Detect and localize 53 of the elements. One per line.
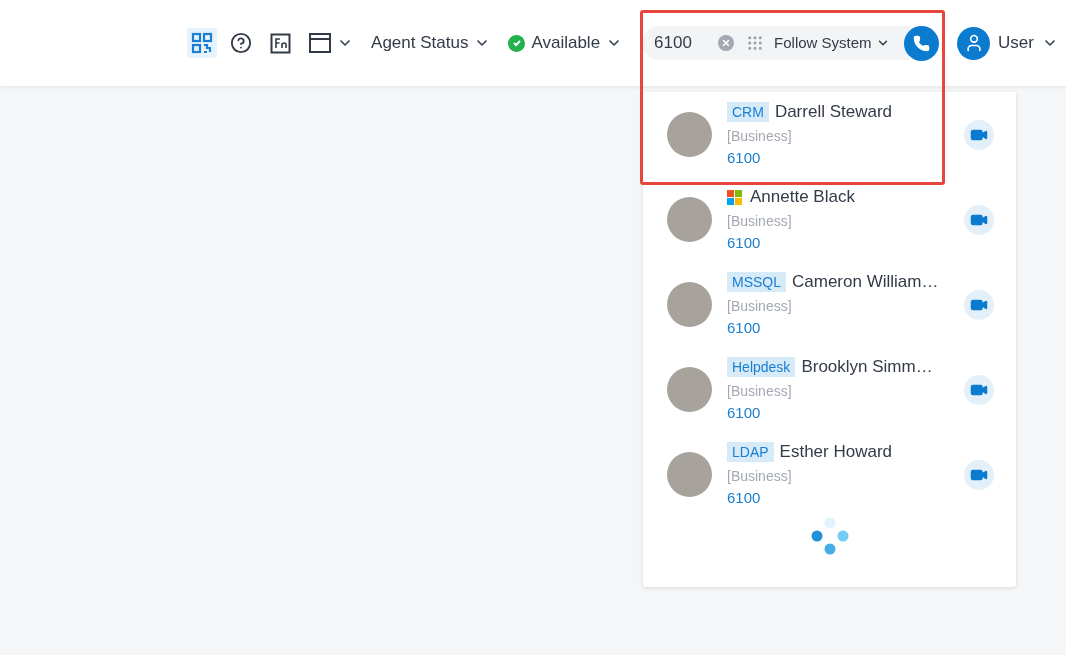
contact-number: 6100 [727,318,761,338]
contact-group: [Business] [727,380,792,402]
qr-code-button[interactable] [187,28,218,58]
dial-search-field[interactable]: 6100 Follow System [642,26,911,60]
dialpad-icon [746,34,765,52]
contact-row[interactable]: Annette Black [Business] 6100 [643,177,1016,262]
source-tag: CRM [727,102,769,122]
contact-group: [Business] [727,295,792,317]
contact-row[interactable]: CRM Darrell Steward [Business] 6100 [643,92,1016,177]
contact-group: [Business] [727,210,792,232]
contact-number: 6100 [727,233,761,253]
contact-group: [Business] [727,465,792,487]
contact-row[interactable]: MSSQL Cameron William… [Business] 6100 [643,262,1016,347]
avatar-photo-placeholder [667,282,712,327]
contact-number: 6100 [727,148,761,168]
check-icon [511,38,522,48]
clear-button[interactable] [718,35,735,51]
contact-number: 6100 [727,403,761,423]
video-call-button[interactable] [964,374,994,405]
contact-row[interactable]: LDAP Esther Howard [Business] 6100 [643,432,1016,517]
phone-icon [913,34,931,52]
video-call-button[interactable] [964,204,994,235]
contact-row[interactable]: Helpdesk Brooklyn Simm… [Business] 6100 [643,347,1016,432]
contact-name: Esther Howard [779,441,892,464]
contact-name: Brooklyn Simm… [801,356,933,379]
user-menu[interactable]: User [957,26,1058,60]
contact-name: Darrell Steward [774,101,893,124]
qr-code-icon [191,32,214,54]
avatar-photo-placeholder [667,112,712,157]
fn-key-button[interactable] [270,32,292,54]
avatar-photo-placeholder [667,367,712,412]
source-tag: Helpdesk [727,357,796,377]
call-mode-dropdown[interactable]: Follow System [774,31,890,55]
contact-name: Annette Black [750,186,855,209]
avatar-photo-placeholder [667,197,712,242]
contact-name: Cameron William… [792,271,939,294]
help-button[interactable] [230,32,253,54]
video-call-button[interactable] [964,289,994,320]
video-call-button[interactable] [964,119,994,150]
contact-number: 6100 [727,488,761,508]
video-call-button[interactable] [964,459,994,490]
agent-status-dropdown[interactable]: Agent Status [371,30,491,56]
availability-dropdown[interactable]: Available [508,30,623,56]
browser-window-icon [309,33,332,53]
help-icon [230,32,253,54]
avatar-photo-placeholder [667,452,712,497]
call-button[interactable] [904,25,940,61]
windows-logo-icon [727,189,742,205]
contact-group: [Business] [727,125,792,147]
source-tag: LDAP [727,442,774,462]
source-tag: MSSQL [727,272,786,292]
close-icon [721,38,732,48]
function-key-icon [270,32,292,54]
